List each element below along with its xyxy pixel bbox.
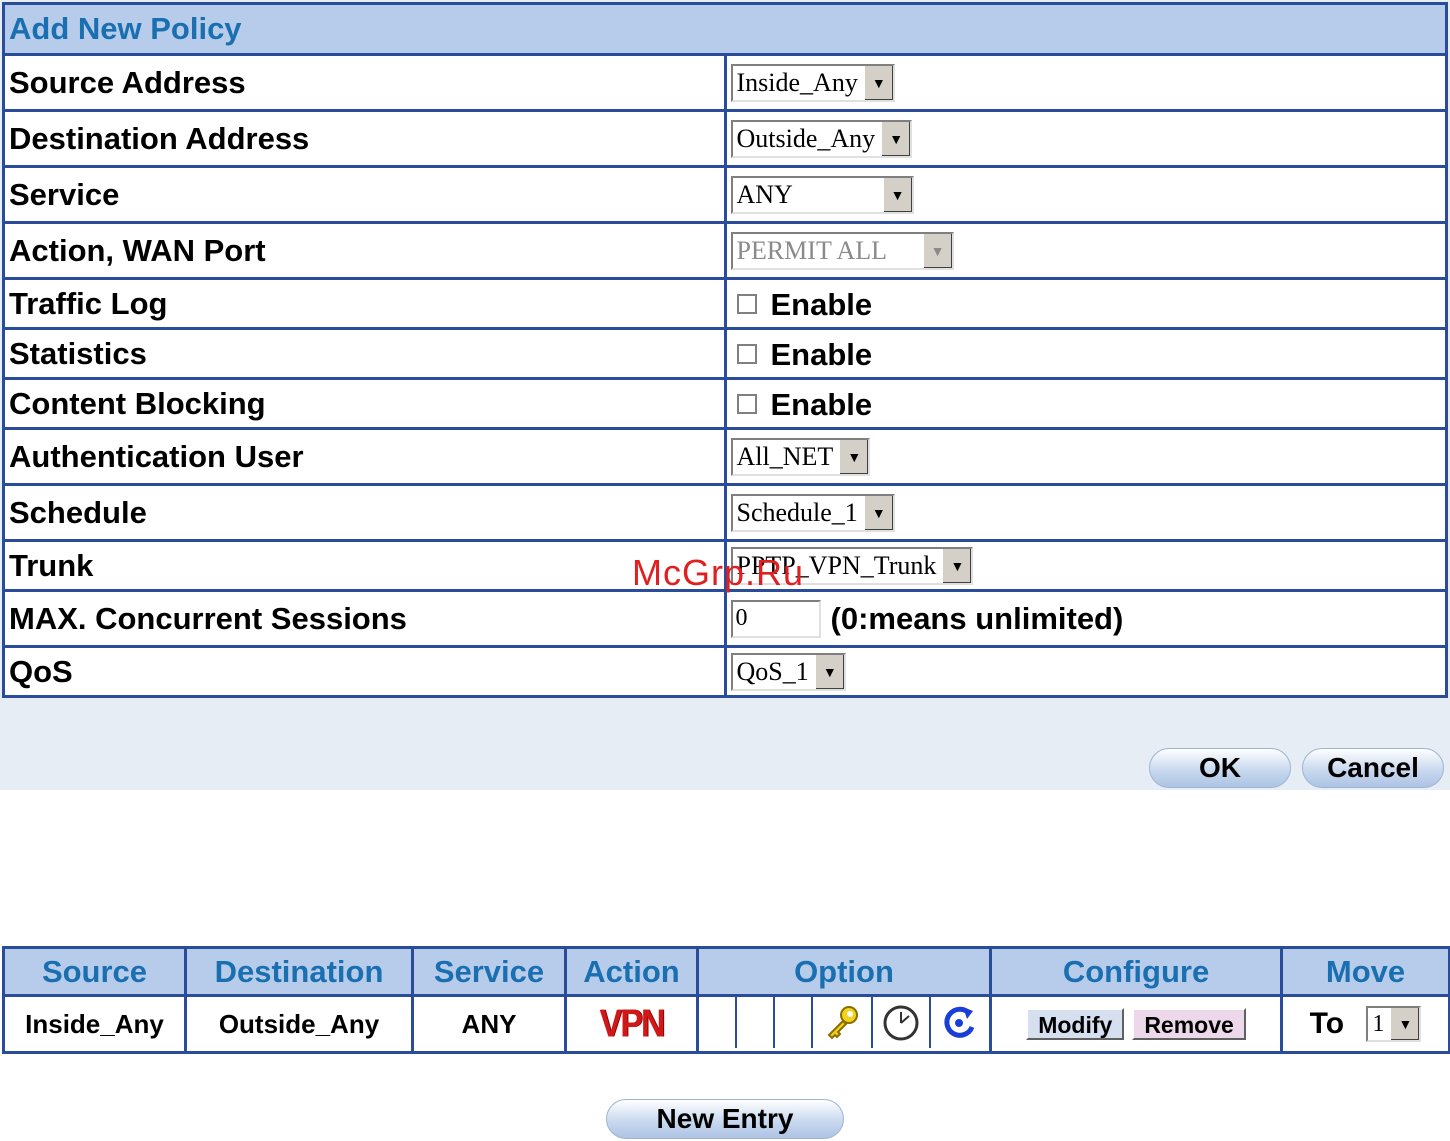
option-empty-cell	[775, 997, 813, 1048]
row-traffic-log: Traffic Log Enable	[2, 277, 1448, 330]
option-empty-cell	[737, 997, 775, 1048]
key-icon-svg	[827, 1005, 858, 1039]
service-select[interactable]: ANY ▼	[730, 175, 914, 214]
schedule-label: Schedule	[2, 483, 727, 542]
source-address-value: Inside_Any	[736, 67, 858, 97]
chevron-down-icon[interactable]: ▼	[839, 439, 869, 474]
header-move: Move	[1280, 946, 1450, 997]
service-label: Service	[2, 165, 727, 224]
authentication-user-label: Authentication User	[2, 427, 727, 486]
authentication-user-value: All_NET	[736, 441, 834, 471]
chevron-down-icon: ▼	[922, 233, 952, 268]
chevron-down-icon[interactable]: ▼	[1390, 1008, 1420, 1041]
schedule-value: Schedule_1	[736, 497, 858, 527]
list-header-row: Source Destination Service Action Option…	[2, 946, 1450, 997]
cancel-button[interactable]: Cancel	[1302, 748, 1444, 788]
action-wan-port-label: Action, WAN Port	[2, 221, 727, 280]
source-address-label: Source Address	[2, 53, 727, 112]
table-row: Inside_Any Outside_Any ANY VPN Modify Re…	[2, 994, 1450, 1054]
chevron-down-icon[interactable]: ▼	[863, 495, 893, 530]
row-service: ANY	[411, 994, 567, 1054]
modify-button[interactable]: Modify	[1026, 1008, 1125, 1040]
statistics-enable-label: Enable	[770, 336, 873, 372]
chevron-down-icon[interactable]: ▼	[882, 177, 912, 212]
action-wan-port-select: PERMIT ALL ▼	[730, 231, 954, 270]
chevron-down-icon[interactable]: ▼	[814, 654, 844, 689]
row-source-address: Source Address Inside_Any ▼	[2, 53, 1448, 112]
option-empty-cell	[699, 997, 737, 1048]
row-qos: QoS QoS_1 ▼	[2, 645, 1448, 698]
trunk-select[interactable]: PPTP_VPN_Trunk ▼	[730, 546, 974, 585]
content-blocking-checkbox[interactable]	[736, 394, 757, 415]
qos-value: QoS_1	[736, 656, 809, 686]
key-icon[interactable]	[813, 997, 873, 1048]
traffic-log-checkbox[interactable]	[736, 294, 757, 315]
max-sessions-hint: (0:means unlimited)	[830, 600, 1124, 636]
ok-button[interactable]: OK	[1149, 748, 1291, 788]
header-configure: Configure	[989, 946, 1283, 997]
trunk-label: Trunk	[2, 539, 727, 592]
row-destination: Outside_Any	[184, 994, 414, 1054]
remove-button[interactable]: Remove	[1132, 1008, 1246, 1040]
row-authentication-user: Authentication User All_NET ▼	[2, 427, 1448, 486]
row-content-blocking: Content Blocking Enable	[2, 377, 1448, 430]
row-service: Service ANY ▼	[2, 165, 1448, 224]
header-action: Action	[564, 946, 699, 997]
move-position-value: 1	[1372, 1011, 1385, 1038]
chevron-down-icon[interactable]: ▼	[942, 548, 972, 583]
policy-list-table: Source Destination Service Action Option…	[2, 946, 1450, 1054]
source-address-select[interactable]: Inside_Any ▼	[730, 63, 895, 102]
content-blocking-enable-label: Enable	[770, 386, 873, 422]
refresh-icon-svg	[943, 1006, 974, 1038]
row-trunk: Trunk PPTP_VPN_Trunk ▼	[2, 539, 1448, 592]
new-entry-button[interactable]: New Entry	[606, 1099, 844, 1139]
destination-address-value: Outside_Any	[736, 123, 876, 153]
row-statistics: Statistics Enable	[2, 327, 1448, 380]
add-policy-table: Add New Policy Source Address Inside_Any…	[2, 2, 1448, 698]
statistics-label: Statistics	[2, 327, 727, 380]
chevron-down-icon[interactable]: ▼	[863, 65, 893, 100]
form-title: Add New Policy	[2, 2, 1448, 56]
row-action-wan-port: Action, WAN Port PERMIT ALL ▼	[2, 221, 1448, 280]
max-sessions-input[interactable]: 0	[730, 599, 821, 638]
trunk-value: PPTP_VPN_Trunk	[736, 550, 937, 580]
header-option: Option	[696, 946, 992, 997]
action-wan-port-value: PERMIT ALL	[736, 235, 887, 265]
qos-select[interactable]: QoS_1 ▼	[730, 652, 846, 691]
destination-address-label: Destination Address	[2, 109, 727, 168]
action-vpn-icon: VPN	[564, 994, 699, 1054]
header-source: Source	[2, 946, 187, 997]
header-service: Service	[411, 946, 567, 997]
traffic-log-enable-label: Enable	[770, 286, 873, 322]
service-value: ANY	[736, 179, 793, 209]
schedule-select[interactable]: Schedule_1 ▼	[730, 493, 895, 532]
row-schedule: Schedule Schedule_1 ▼	[2, 483, 1448, 542]
clock-icon-svg	[883, 1005, 919, 1040]
refresh-icon[interactable]	[931, 997, 986, 1048]
move-position-select[interactable]: 1 ▼	[1366, 1006, 1422, 1043]
row-source: Inside_Any	[2, 994, 187, 1054]
option-cells	[699, 997, 989, 1051]
statistics-checkbox[interactable]	[736, 344, 757, 365]
header-destination: Destination	[184, 946, 414, 997]
destination-address-select[interactable]: Outside_Any ▼	[730, 119, 913, 158]
move-cell: To 1 ▼	[1280, 994, 1450, 1054]
clock-icon[interactable]	[873, 997, 931, 1048]
content-blocking-label: Content Blocking	[2, 377, 727, 430]
move-to-label: To	[1309, 1007, 1345, 1041]
qos-label: QoS	[2, 645, 727, 698]
max-sessions-label: MAX. Concurrent Sessions	[2, 589, 727, 648]
row-destination-address: Destination Address Outside_Any ▼	[2, 109, 1448, 168]
traffic-log-label: Traffic Log	[2, 277, 727, 330]
authentication-user-select[interactable]: All_NET ▼	[730, 437, 871, 476]
vpn-icon-text: VPN	[599, 1001, 666, 1046]
chevron-down-icon[interactable]: ▼	[881, 121, 911, 156]
row-max-concurrent-sessions: MAX. Concurrent Sessions 0 (0:means unlim…	[2, 589, 1448, 648]
configure-cell: Modify Remove	[989, 994, 1283, 1054]
